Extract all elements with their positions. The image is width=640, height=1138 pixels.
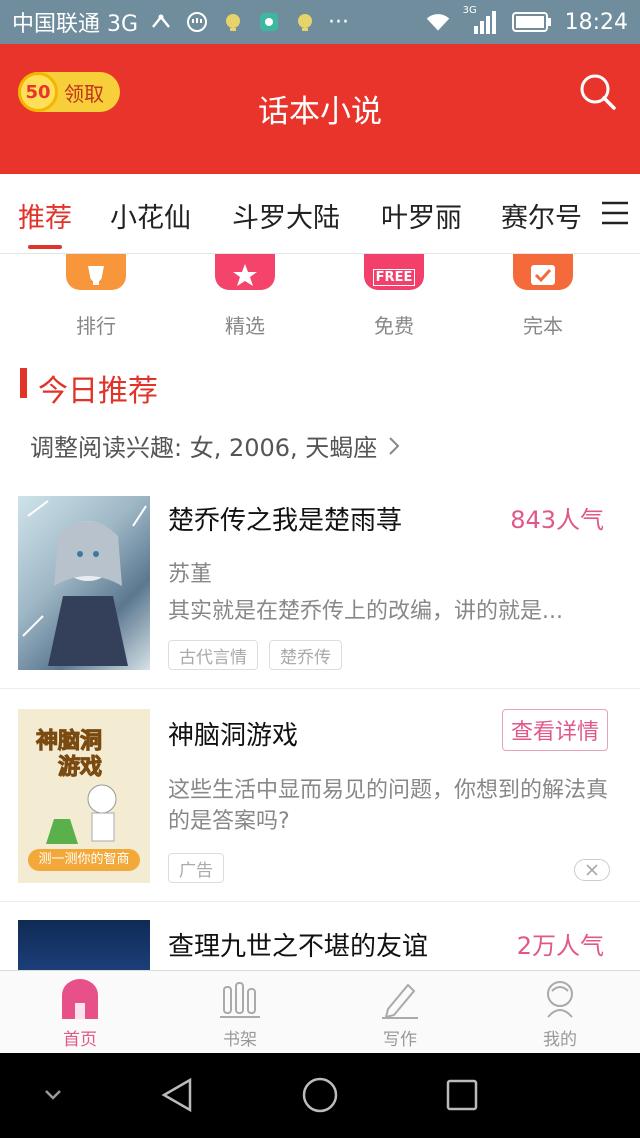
- nav-label: 我的: [543, 1030, 577, 1050]
- book-item[interactable]: 查理九世之不堪的友谊 2万人气: [0, 902, 640, 970]
- nav-label: 写作: [383, 1030, 417, 1050]
- book-description: 其实就是在楚乔传上的改编，讲的就是...: [168, 599, 563, 624]
- section-marker: [20, 368, 27, 398]
- notification-icon: [220, 9, 246, 35]
- recents-icon[interactable]: [442, 1075, 482, 1115]
- shield-icon: [184, 9, 210, 35]
- tab-recommend[interactable]: 推荐: [18, 196, 72, 235]
- category-label: 免费: [374, 314, 414, 338]
- profile-icon: [540, 979, 580, 1019]
- status-bar: 中国联通 3G ··· 3G 18:24: [0, 0, 640, 44]
- trophy-icon: [66, 254, 126, 290]
- adjust-interest-link[interactable]: 调整阅读兴趣: 女, 2006, 天蝎座: [30, 428, 401, 463]
- category-label: 完本: [523, 314, 563, 338]
- ad-description: 这些生活中显而易见的问题，你想到的解法真的是答案吗?: [168, 778, 609, 834]
- signal-icon: 3G: [463, 5, 499, 35]
- carrier-label: 中国联通 3G: [12, 12, 139, 37]
- network-type-badge: 3G: [462, 5, 477, 16]
- close-icon[interactable]: [574, 859, 610, 881]
- book-author: 苏堇: [168, 562, 213, 587]
- wifi-icon: [425, 9, 451, 35]
- interest-text: 调整阅读兴趣: 女, 2006, 天蝎座: [30, 434, 378, 462]
- menu-icon[interactable]: [600, 198, 630, 228]
- category-shortcuts: 排行 精选 FREE 免费 完本: [0, 254, 640, 344]
- book-title: 查理九世之不堪的友谊: [168, 932, 429, 962]
- usb-icon: [148, 9, 174, 35]
- system-nav-bar: [0, 1053, 640, 1138]
- category-label: 精选: [225, 314, 265, 338]
- ad-tag: 广告: [168, 853, 224, 883]
- nav-label: 书架: [223, 1030, 257, 1050]
- chevron-down-icon[interactable]: [38, 1075, 78, 1115]
- free-icon-text: FREE: [372, 269, 416, 286]
- nav-home[interactable]: 首页: [30, 979, 130, 1050]
- ad-cover-bottom: 测一测你的智商: [28, 849, 140, 871]
- category-tabs: 推荐 小花仙 斗罗大陆 叶罗丽 赛尔号: [0, 174, 640, 254]
- tab-saierhao[interactable]: 赛尔号: [501, 196, 582, 235]
- tab-active-indicator: [28, 245, 62, 249]
- home-button-icon[interactable]: [300, 1075, 340, 1115]
- ad-item[interactable]: 神脑洞 游戏 测一测你的智商 神脑洞游戏 查看详情 这些生活中显而易见的问题，你…: [0, 689, 640, 902]
- tab-yeluoli[interactable]: 叶罗丽: [381, 196, 462, 235]
- book-cover: [18, 496, 150, 670]
- book-popularity: 843人气: [510, 506, 604, 534]
- battery-icon: [511, 9, 553, 35]
- book-item[interactable]: 楚乔传之我是楚雨荨 843人气 苏堇 其实就是在楚乔传上的改编，讲的就是... …: [0, 478, 640, 689]
- status-time: 18:24: [564, 9, 628, 35]
- nav-label: 首页: [63, 1030, 97, 1050]
- book-title: 楚乔传之我是楚雨荨: [168, 506, 403, 536]
- view-details-button[interactable]: 查看详情: [501, 709, 608, 751]
- nav-profile[interactable]: 我的: [510, 979, 610, 1050]
- page-title: 话本小说: [258, 94, 382, 130]
- ad-title: 神脑洞游戏: [168, 721, 299, 751]
- notification-icon: [292, 9, 318, 35]
- chevron-right-icon: [389, 436, 400, 455]
- more-notifications: ···: [328, 9, 350, 35]
- search-icon[interactable]: [576, 70, 620, 114]
- notification-icon: [256, 9, 282, 35]
- book-popularity: 2万人气: [516, 932, 604, 960]
- ad-cover: 神脑洞 游戏 测一测你的智商: [18, 709, 150, 883]
- tab-xiaohuaxian[interactable]: 小花仙: [110, 196, 191, 235]
- pen-icon: [380, 979, 420, 1019]
- book-tag[interactable]: 古代言情: [168, 640, 258, 670]
- bottom-nav: 首页 书架 写作 我的: [0, 970, 640, 1053]
- nav-write[interactable]: 写作: [350, 979, 450, 1050]
- nav-bookshelf[interactable]: 书架: [190, 979, 290, 1050]
- book-tag[interactable]: 楚乔传: [269, 640, 342, 670]
- tab-douluo[interactable]: 斗罗大陆: [232, 196, 340, 235]
- book-cover: [18, 920, 150, 970]
- back-icon[interactable]: [158, 1075, 198, 1115]
- category-label: 排行: [76, 314, 116, 338]
- star-icon: [215, 254, 275, 290]
- home-icon: [60, 979, 100, 1019]
- free-icon: FREE: [364, 254, 424, 290]
- bookshelf-icon: [220, 979, 260, 1019]
- section-title: 今日推荐: [38, 374, 158, 409]
- check-icon: [513, 254, 573, 290]
